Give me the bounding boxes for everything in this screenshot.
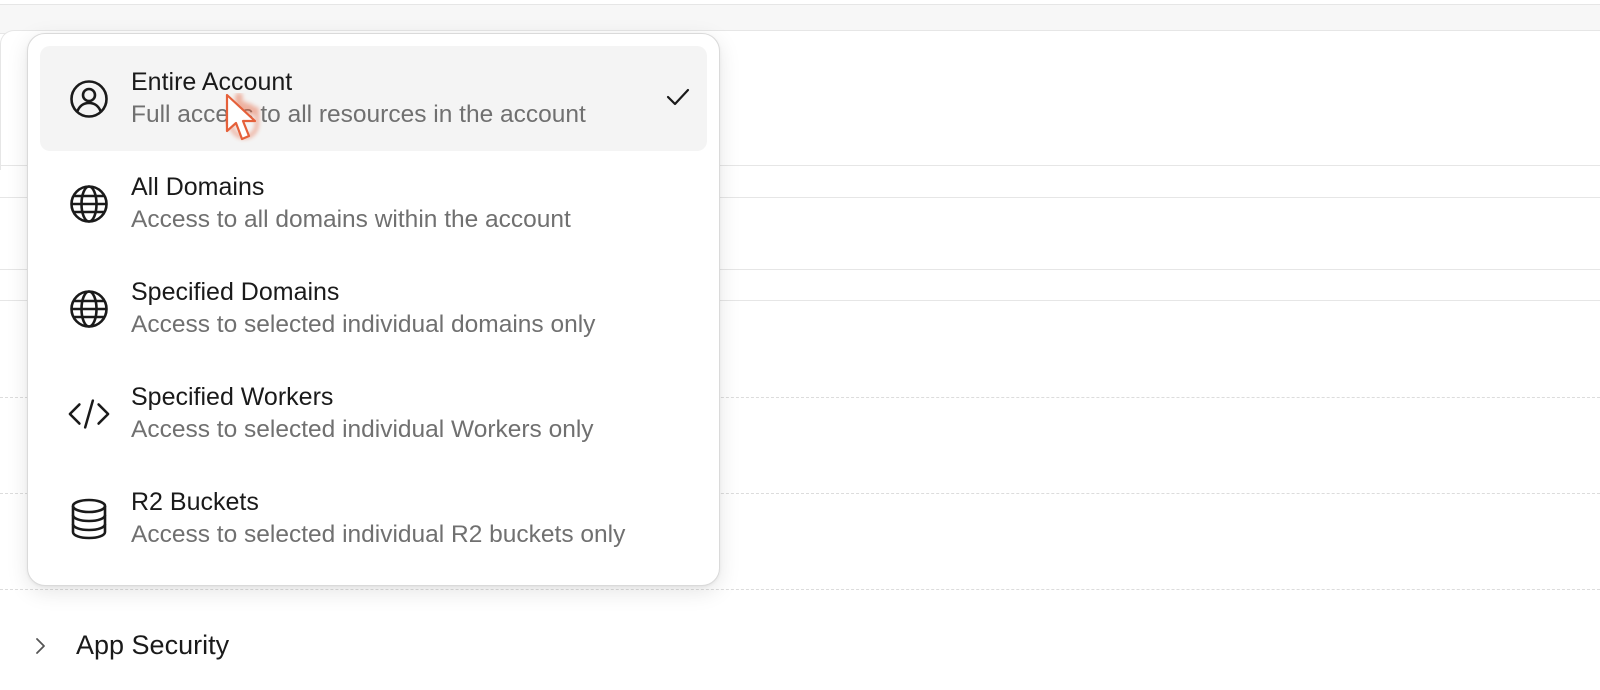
chevron-right-icon	[30, 636, 50, 656]
section-label: App Security	[76, 630, 230, 660]
option-specified-workers[interactable]: Specified Workers Access to selected ind…	[40, 361, 707, 466]
option-title: All Domains	[131, 173, 265, 201]
database-icon	[67, 497, 111, 541]
dashed-divider	[0, 589, 1600, 590]
option-r2-buckets[interactable]: R2 Buckets Access to selected individual…	[40, 466, 707, 571]
app-security-section[interactable]: App Security	[30, 630, 229, 661]
option-description: Access to all domains within the account	[131, 206, 571, 233]
option-description: Access to selected individual R2 buckets…	[131, 521, 626, 548]
code-icon	[67, 392, 111, 436]
user-circle-icon	[67, 77, 111, 121]
option-title: Entire Account	[131, 68, 293, 96]
option-all-domains[interactable]: All Domains Access to all domains within…	[40, 151, 707, 256]
option-description: Access to selected individual domains on…	[131, 311, 596, 338]
globe-icon	[67, 287, 111, 331]
page: App Security Entire Account Full access …	[0, 0, 1600, 690]
option-title: R2 Buckets	[131, 488, 259, 516]
option-specified-domains[interactable]: Specified Domains Access to selected ind…	[40, 256, 707, 361]
check-icon	[665, 84, 691, 110]
option-description: Full access to all resources in the acco…	[131, 101, 586, 128]
option-description: Access to selected individual Workers on…	[131, 416, 594, 443]
option-title: Specified Domains	[131, 278, 340, 306]
option-entire-account[interactable]: Entire Account Full access to all resour…	[40, 46, 707, 151]
option-title: Specified Workers	[131, 383, 334, 411]
globe-icon	[67, 182, 111, 226]
scope-dropdown-menu: Entire Account Full access to all resour…	[27, 33, 720, 586]
